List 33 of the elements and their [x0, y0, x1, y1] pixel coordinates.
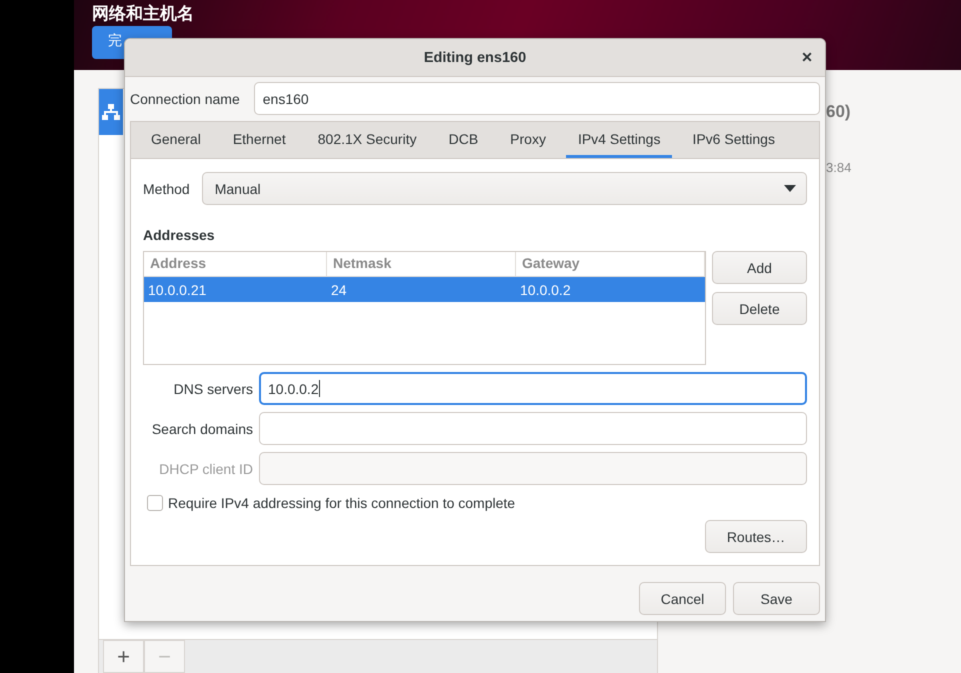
field-label: Search domains: [150, 420, 254, 436]
hardware-address-text: 3:84: [826, 160, 852, 175]
field-label: Connection name: [130, 90, 240, 106]
tab[interactable]: Proxy: [498, 122, 558, 158]
list-button[interactable]: +: [103, 640, 144, 673]
dialog-button[interactable]: Cancel: [639, 582, 726, 615]
dialog-title: Editing ens160: [424, 50, 526, 66]
method-label: Method: [143, 180, 190, 196]
close-button[interactable]: ×: [797, 47, 817, 67]
table-row[interactable]: 10.0.0.21 24 10.0.0.2: [144, 277, 705, 302]
tab[interactable]: 802.1X Security: [306, 122, 429, 158]
input-field[interactable]: 10.0.0.2: [259, 372, 807, 405]
checkbox-label: Require IPv4 addressing for this connection to complete: [168, 495, 516, 511]
section-heading: Addresses: [143, 227, 216, 243]
input-field[interactable]: [259, 412, 807, 445]
table-action-button[interactable]: Add: [712, 251, 807, 284]
device-name-text: 60): [826, 102, 851, 122]
checkbox[interactable]: [147, 495, 163, 511]
tab[interactable]: General: [139, 122, 213, 158]
table-action-button[interactable]: Delete: [712, 292, 807, 325]
field-label: DHCP client ID: [158, 460, 254, 476]
tab[interactable]: Ethernet: [220, 122, 298, 158]
field-label: DNS servers: [172, 380, 254, 396]
dialog-button[interactable]: Save: [733, 582, 820, 615]
device-list-item[interactable]: [99, 89, 123, 135]
network-icon: [102, 104, 120, 120]
caret-icon: [784, 185, 796, 192]
routes-button[interactable]: Routes…: [705, 520, 807, 553]
method-dropdown[interactable]: Manual: [202, 172, 807, 205]
connection-name-field[interactable]: ens160: [254, 82, 820, 115]
tab[interactable]: DCB: [436, 122, 490, 158]
tab[interactable]: IPv6 Settings: [680, 122, 787, 158]
page-title: 网络和主机名: [92, 4, 195, 24]
